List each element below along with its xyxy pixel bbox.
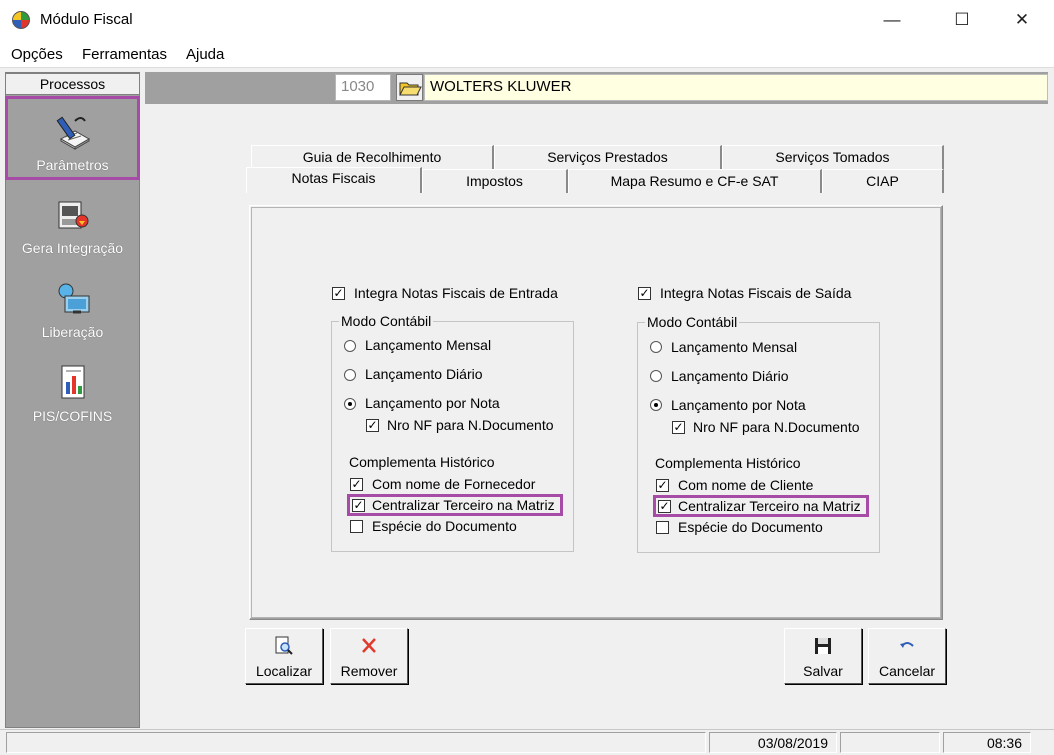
localizar-button[interactable]: Localizar: [245, 628, 323, 684]
sidebar-item-liberacao[interactable]: Liberação: [5, 266, 140, 350]
sidebar-item-label: Liberação: [41, 324, 104, 340]
modo-contabil-entrada-title: Modo Contábil: [339, 313, 434, 329]
saida-radio-diario[interactable]: [650, 370, 662, 382]
tab-guia-recolhimento[interactable]: Guia de Recolhimento: [251, 145, 494, 169]
cancelar-label: Cancelar: [878, 663, 936, 679]
entrada-especie-checkbox[interactable]: [350, 520, 363, 533]
entrada-fornecedor-checkbox[interactable]: ✓: [350, 478, 363, 491]
app-logo-icon: [12, 11, 30, 29]
salvar-button[interactable]: Salvar: [784, 628, 862, 684]
entrada-nro-nf-checkbox[interactable]: ✓: [366, 419, 379, 432]
entrada-radio-mensal-label: Lançamento Mensal: [365, 337, 492, 353]
saida-radio-mensal-label: Lançamento Mensal: [671, 339, 798, 355]
sidebar-header: Processos: [5, 73, 140, 95]
status-time: 08:36: [943, 732, 1031, 753]
find-document-icon: [275, 636, 293, 655]
status-date: 03/08/2019: [709, 732, 837, 753]
window-title: Módulo Fiscal: [40, 11, 133, 28]
saida-cliente-checkbox[interactable]: ✓: [656, 479, 669, 492]
sidebar-item-gera-integracao[interactable]: Gera Integração: [5, 182, 140, 266]
entrada-radio-mensal[interactable]: [344, 340, 356, 352]
saida-radio-diario-label: Lançamento Diário: [671, 368, 789, 384]
sidebar-item-label: PIS/COFINS: [32, 408, 113, 424]
salvar-label: Salvar: [803, 663, 843, 679]
saida-especie-label: Espécie do Documento: [678, 519, 823, 535]
status-cell-empty: [6, 732, 706, 753]
saida-nro-nf-checkbox[interactable]: ✓: [672, 421, 685, 434]
entrada-nro-nf-label: Nro NF para N.Documento: [387, 417, 554, 433]
remover-label: Remover: [340, 663, 398, 679]
menu-ferramentas[interactable]: Ferramentas: [82, 46, 167, 63]
cancelar-button[interactable]: Cancelar: [868, 628, 946, 684]
tab-notas-fiscais[interactable]: Notas Fiscais: [246, 167, 422, 193]
tab-servicos-tomados[interactable]: Serviços Tomados: [722, 145, 944, 169]
maximize-button[interactable]: ☐: [939, 0, 985, 40]
modo-contabil-saida-title: Modo Contábil: [645, 314, 740, 330]
status-cell-blank: [840, 732, 940, 753]
entrada-centralizar-label: Centralizar Terceiro na Matriz: [372, 497, 555, 513]
localizar-label: Localizar: [255, 663, 313, 679]
folder-open-icon: [399, 82, 422, 96]
parameters-icon: [56, 116, 90, 150]
save-disk-icon: [815, 638, 831, 654]
company-code-field[interactable]: 1030: [335, 74, 391, 101]
sidebar-item-label: Gera Integração: [21, 240, 124, 256]
saida-cliente-label: Com nome de Cliente: [678, 477, 814, 493]
entrada-complementa-title: Complementa Histórico: [349, 454, 495, 470]
sidebar-item-pis-cofins[interactable]: PIS/COFINS: [5, 350, 140, 434]
close-button[interactable]: ✕: [999, 0, 1045, 40]
release-icon: [58, 283, 89, 314]
entrada-centralizar-checkbox[interactable]: ✓: [352, 499, 365, 512]
remove-x-icon: [362, 638, 376, 653]
entrada-fornecedor-label: Com nome de Fornecedor: [372, 476, 536, 492]
undo-arrow-icon: [900, 642, 914, 648]
saida-nro-nf-label: Nro NF para N.Documento: [693, 419, 860, 435]
entrada-radio-por-nota[interactable]: [344, 398, 356, 410]
pis-cofins-icon: [61, 365, 84, 399]
saida-especie-checkbox[interactable]: [656, 521, 669, 534]
entrada-especie-label: Espécie do Documento: [372, 518, 517, 534]
entrada-radio-diario-label: Lançamento Diário: [365, 366, 483, 382]
company-name-field: WOLTERS KLUWER: [424, 74, 1048, 101]
tab-mapa-resumo[interactable]: Mapa Resumo e CF-e SAT: [568, 169, 822, 193]
integra-entrada-label: Integra Notas Fiscais de Entrada: [354, 285, 558, 301]
tab-impostos[interactable]: Impostos: [422, 169, 568, 193]
sidebar-item-parametros[interactable]: Parâmetros: [5, 96, 140, 180]
saida-complementa-title: Complementa Histórico: [655, 455, 801, 471]
integra-saida-checkbox[interactable]: ✓: [638, 287, 651, 300]
tab-ciap[interactable]: CIAP: [822, 169, 944, 193]
entrada-radio-por-nota-label: Lançamento por Nota: [365, 395, 500, 411]
sidebar-item-label: Parâmetros: [36, 157, 109, 173]
saida-centralizar-label: Centralizar Terceiro na Matriz: [678, 498, 861, 514]
integra-saida-label: Integra Notas Fiscais de Saída: [660, 285, 852, 301]
minimize-button[interactable]: —: [869, 0, 915, 40]
open-company-button[interactable]: [396, 74, 423, 101]
saida-radio-por-nota-label: Lançamento por Nota: [671, 397, 806, 413]
saida-radio-por-nota[interactable]: [650, 399, 662, 411]
menu-ajuda[interactable]: Ajuda: [186, 46, 224, 63]
saida-centralizar-checkbox[interactable]: ✓: [658, 500, 671, 513]
tab-servicos-prestados[interactable]: Serviços Prestados: [494, 145, 722, 169]
entrada-radio-diario[interactable]: [344, 369, 356, 381]
remover-button[interactable]: Remover: [330, 628, 408, 684]
saida-radio-mensal[interactable]: [650, 341, 662, 353]
menu-opcoes[interactable]: Opções: [11, 46, 63, 63]
integration-icon: [58, 201, 88, 229]
integra-entrada-checkbox[interactable]: ✓: [332, 287, 345, 300]
